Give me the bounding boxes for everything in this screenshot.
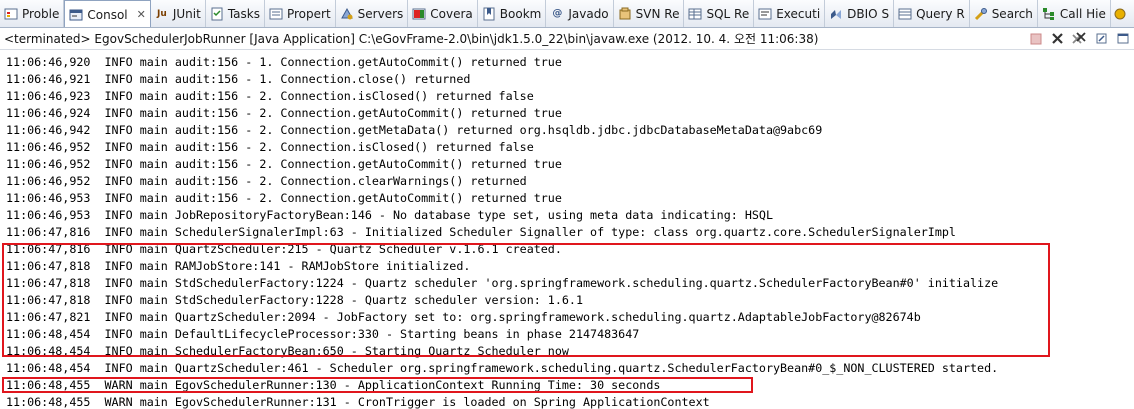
- console-line: 11:06:48,454 INFO main QuartzScheduler:4…: [6, 361, 999, 375]
- console-line: 11:06:47,816 INFO main QuartzScheduler:2…: [6, 242, 562, 256]
- tab-execution[interactable]: Executi: [754, 0, 826, 27]
- tab-query-results[interactable]: Query R: [894, 0, 970, 27]
- overflow-icon: [1113, 7, 1127, 21]
- console-line: 11:06:47,821 INFO main QuartzScheduler:2…: [6, 310, 921, 324]
- tab-dbio[interactable]: DBIO S: [825, 0, 895, 27]
- query-icon: [898, 7, 912, 21]
- svn-icon: [618, 7, 632, 21]
- tab-label: Covera: [430, 6, 473, 21]
- console-line: 11:06:46,952 INFO main audit:156 - 2. Co…: [6, 140, 534, 154]
- remove-launch-icon[interactable]: [1049, 31, 1066, 47]
- console-line: 11:06:48,454 INFO main SchedulerFactoryB…: [6, 344, 569, 358]
- servers-icon: [340, 7, 354, 21]
- tab-junit[interactable]: Ju JUnit: [151, 0, 206, 27]
- tab-sql-results[interactable]: SQL Re: [684, 0, 755, 27]
- tab-console[interactable]: Consol ✕: [64, 0, 151, 27]
- console-line: 11:06:46,952 INFO main audit:156 - 2. Co…: [6, 157, 562, 171]
- view-tab-bar: Proble Consol ✕ Ju JUnit Tasks Propert S…: [0, 0, 1134, 28]
- console-line: 11:06:46,924 INFO main audit:156 - 2. Co…: [6, 106, 562, 120]
- tab-properties[interactable]: Propert: [265, 0, 336, 27]
- tab-label: SVN Re: [635, 6, 680, 21]
- tab-coverage[interactable]: Covera: [408, 0, 478, 27]
- search-icon: [974, 7, 988, 21]
- tab-label: Javado: [568, 6, 609, 21]
- tab-label: Servers: [357, 6, 404, 21]
- tab-label: Bookm: [499, 6, 542, 21]
- sql-results-icon: [688, 7, 702, 21]
- coverage-icon: [412, 7, 426, 21]
- tab-bookmarks[interactable]: Bookm: [478, 0, 547, 27]
- tab-label: DBIO S: [847, 6, 890, 21]
- tab-label: Tasks: [227, 6, 260, 21]
- console-output[interactable]: 11:06:46,920 INFO main audit:156 - 1. Co…: [0, 54, 1134, 409]
- terminate-icon[interactable]: [1027, 31, 1044, 47]
- console-line: 11:06:46,952 INFO main audit:156 - 2. Co…: [6, 174, 527, 188]
- console-toolbar: [1022, 31, 1134, 47]
- console-line: 11:06:46,921 INFO main audit:156 - 1. Co…: [6, 72, 471, 86]
- tab-overflow[interactable]: [1111, 0, 1133, 27]
- tab-javadoc[interactable]: @ Javado: [546, 0, 614, 27]
- tab-label: Propert: [286, 6, 331, 21]
- console-line: 11:06:48,455 WARN main EgovSchedulerRunn…: [6, 395, 710, 409]
- console-line: 11:06:48,455 WARN main EgovSchedulerRunn…: [6, 378, 661, 392]
- console-line: 11:06:48,454 INFO main DefaultLifecycleP…: [6, 327, 640, 341]
- junit-icon: Ju: [156, 8, 167, 19]
- tab-label: Search: [991, 6, 1033, 21]
- console-status-bar: <terminated> EgovSchedulerJobRunner [Jav…: [0, 28, 1134, 50]
- close-icon[interactable]: ✕: [137, 8, 146, 21]
- process-status: <terminated> EgovSchedulerJobRunner [Jav…: [4, 32, 819, 46]
- tab-label: Executi: [776, 6, 821, 21]
- tab-problems[interactable]: Proble: [0, 0, 65, 27]
- console-line: 11:06:47,818 INFO main RAMJobStore:141 -…: [6, 259, 471, 273]
- tab-label: Query R: [916, 6, 965, 21]
- console-line: 11:06:47,816 INFO main SchedulerSignaler…: [6, 225, 956, 239]
- call-hierarchy-icon: [1042, 7, 1056, 21]
- console-line: 11:06:47,818 INFO main StdSchedulerFacto…: [6, 293, 583, 307]
- tab-label: SQL Re: [706, 6, 750, 21]
- console-line: 11:06:46,920 INFO main audit:156 - 1. Co…: [6, 55, 562, 69]
- tab-tasks[interactable]: Tasks: [206, 0, 265, 27]
- pin-console-icon[interactable]: [1093, 31, 1110, 47]
- tab-servers[interactable]: Servers: [336, 0, 409, 27]
- console-icon: [69, 8, 83, 22]
- tab-svn-repositories[interactable]: SVN Re: [614, 0, 685, 27]
- console-line: 11:06:46,942 INFO main audit:156 - 2. Co…: [6, 123, 823, 137]
- javadoc-icon: @: [552, 8, 563, 19]
- dbio-icon: [829, 7, 843, 21]
- display-console-icon[interactable]: [1115, 31, 1132, 47]
- console-line: 11:06:46,953 INFO main JobRepositoryFact…: [6, 208, 773, 222]
- problems-icon: [4, 7, 18, 21]
- console-line: 11:06:46,953 INFO main audit:156 - 2. Co…: [6, 191, 562, 205]
- execution-icon: [758, 7, 772, 21]
- tab-call-hierarchy[interactable]: Call Hie: [1038, 0, 1111, 27]
- tab-label: JUnit: [172, 6, 201, 21]
- console-line: 11:06:47,818 INFO main StdSchedulerFacto…: [6, 276, 999, 290]
- tab-label: Call Hie: [1059, 6, 1106, 21]
- properties-icon: [269, 7, 283, 21]
- bookmarks-icon: [482, 7, 496, 21]
- tab-label: Consol: [87, 7, 128, 22]
- console-line: 11:06:46,923 INFO main audit:156 - 2. Co…: [6, 89, 534, 103]
- remove-all-icon[interactable]: [1071, 31, 1088, 47]
- tab-label: Proble: [22, 6, 60, 21]
- tasks-icon: [210, 7, 224, 21]
- tab-search[interactable]: Search: [970, 0, 1038, 27]
